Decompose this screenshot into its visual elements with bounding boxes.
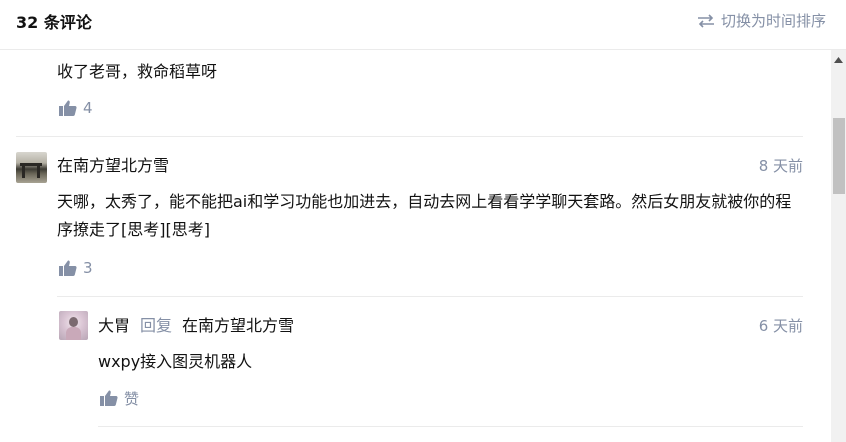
like-count: 3: [83, 259, 93, 277]
reply-header: 大胃 回复 在南方望北方雪: [98, 312, 294, 340]
reply-time: 6 天前: [758, 317, 803, 335]
divider: [98, 426, 803, 427]
divider: [57, 296, 803, 297]
thumbs-up-icon: [100, 390, 118, 406]
reply-author[interactable]: 大胃: [98, 312, 130, 340]
triangle-up-icon: [834, 57, 843, 63]
reply-label: 回复: [140, 316, 173, 335]
vertical-scrollbar[interactable]: [831, 50, 846, 442]
like-count: 4: [83, 99, 93, 117]
comment-count-title: 32 条评论: [16, 13, 92, 32]
thumbs-up-icon: [59, 260, 77, 276]
avatar[interactable]: [59, 311, 88, 340]
swap-arrows-icon: [697, 13, 714, 28]
thumbs-up-icon: [59, 100, 77, 116]
comment-text: 天哪，太秀了，能不能把ai和学习功能也加进去，自动去网上看看学学聊天套路。然后女…: [57, 192, 792, 239]
like-label: 赞: [124, 389, 140, 408]
scroll-up-button[interactable]: [831, 55, 846, 65]
avatar[interactable]: [16, 152, 47, 183]
reply-target-author[interactable]: 在南方望北方雪: [182, 312, 294, 340]
comment-author[interactable]: 在南方望北方雪: [57, 152, 169, 180]
comment-text: 收了老哥，救命稻草呀: [57, 62, 218, 81]
comments-header: 32 条评论 切换为时间排序: [0, 0, 846, 50]
scrollbar-thumb[interactable]: [833, 118, 845, 194]
sort-toggle-label: 切换为时间排序: [720, 12, 826, 30]
like-button[interactable]: 赞: [100, 388, 139, 408]
sort-toggle-button[interactable]: 切换为时间排序: [697, 10, 826, 31]
like-button[interactable]: 4: [59, 98, 93, 118]
comment-time: 8 天前: [758, 157, 803, 175]
comment-list[interactable]: 收了老哥，救命稻草呀 4 在南方望北方雪 8 天前 天哪，太秀了，能不能把ai和…: [0, 50, 831, 442]
like-button[interactable]: 3: [59, 258, 93, 278]
reply-text: wxpy接入图灵机器人: [98, 352, 253, 371]
divider: [16, 136, 803, 137]
